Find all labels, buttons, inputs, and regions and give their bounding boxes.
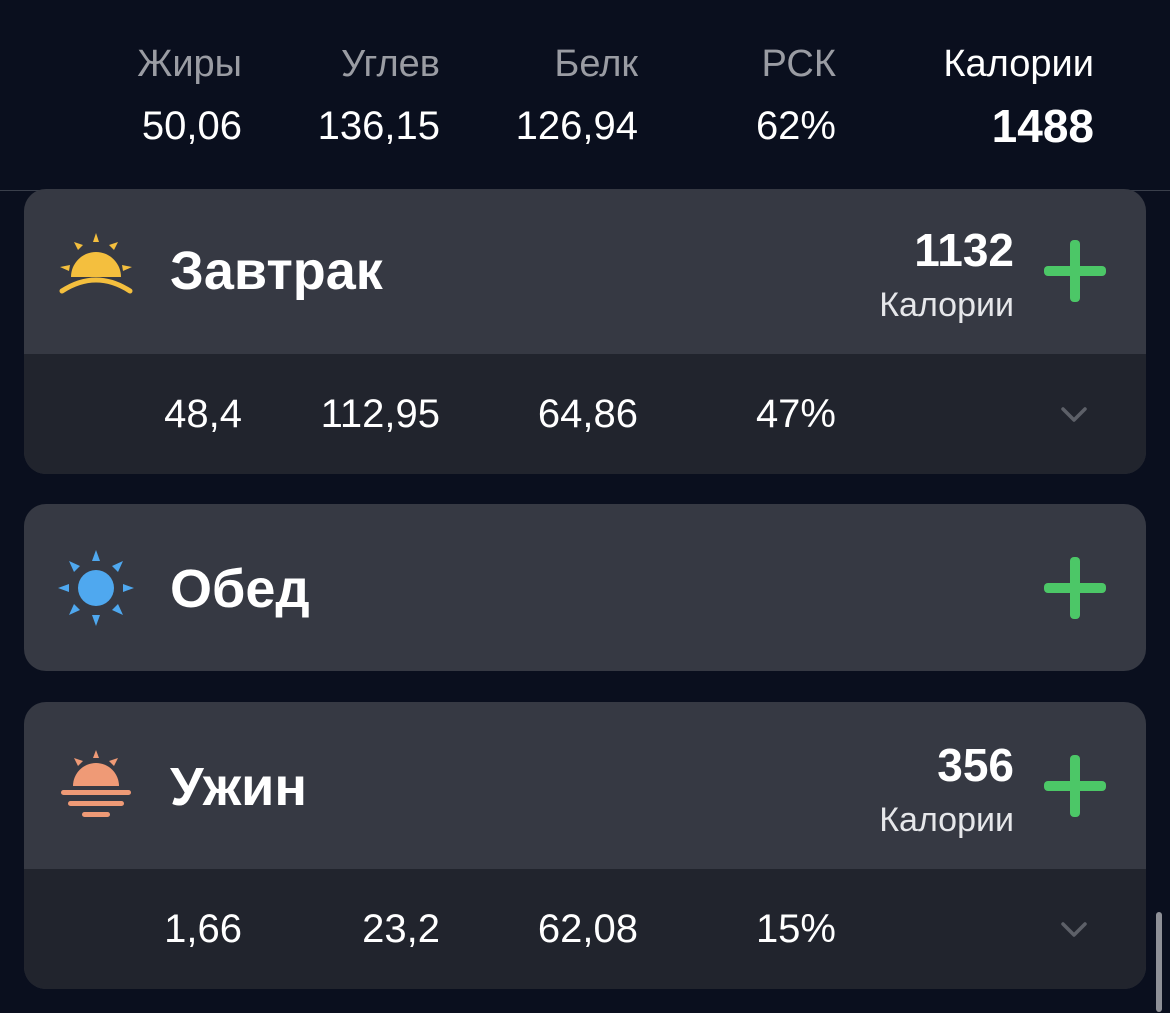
summary-calories-label: Калории xyxy=(943,43,1094,85)
summary-rsk-label: РСК xyxy=(761,43,837,85)
dinner-fat-value: 1,66 xyxy=(164,907,242,951)
meal-card-lunch: Обед xyxy=(24,504,1146,671)
summary-carbs: Углев 136,15 xyxy=(240,40,440,154)
dinner-carbs-value: 23,2 xyxy=(362,907,440,951)
daily-summary: Жиры 50,06 Углев 136,15 Белк 126,94 РСК … xyxy=(0,0,1170,191)
meal-header-breakfast[interactable]: Завтрак 1132 Калории xyxy=(24,189,1146,354)
dinner-protein-value: 62,08 xyxy=(537,907,638,951)
meal-calories-label: Калории xyxy=(879,286,1014,324)
breakfast-rsk-value: 47% xyxy=(755,392,836,436)
meal-macros-breakfast[interactable]: 48,4 112,95 64,86 47% xyxy=(24,354,1146,474)
meal-title-breakfast: Завтрак xyxy=(170,241,383,301)
summary-carbs-label: Углев xyxy=(341,43,440,85)
breakfast-fat-value: 48,4 xyxy=(164,392,242,436)
summary-calories-value: 1488 xyxy=(991,100,1094,152)
meal-calories-breakfast: 1132 Калории xyxy=(879,223,1014,327)
meal-title-lunch: Обед xyxy=(170,559,310,619)
meal-calories-value: 356 xyxy=(937,739,1014,791)
meal-header-dinner[interactable]: Ужин 356 Калории xyxy=(24,702,1146,869)
summary-fat-label: Жиры xyxy=(137,43,242,85)
meal-calories-dinner: 356 Калории xyxy=(879,738,1014,842)
sunrise-icon xyxy=(59,233,133,294)
breakfast-carbs-value: 112,95 xyxy=(320,392,440,436)
chevron-down-icon[interactable] xyxy=(1060,400,1088,428)
summary-rsk-value: 62% xyxy=(755,104,836,148)
chevron-down-icon[interactable] xyxy=(1060,915,1088,943)
summary-rsk: РСК 62% xyxy=(636,40,836,154)
sunset-icon xyxy=(61,750,131,817)
add-food-breakfast-button[interactable] xyxy=(1044,240,1106,302)
summary-carbs-value: 136,15 xyxy=(317,104,440,148)
scrollbar[interactable] xyxy=(1156,912,1162,1012)
add-food-dinner-button[interactable] xyxy=(1044,755,1106,817)
meal-card-dinner: Ужин 356 Калории 1,66 23,2 62,08 15% xyxy=(24,702,1146,989)
meal-macros-dinner[interactable]: 1,66 23,2 62,08 15% xyxy=(24,869,1146,989)
summary-protein-label: Белк xyxy=(554,43,638,85)
add-food-lunch-button[interactable] xyxy=(1044,557,1106,619)
meal-header-lunch[interactable]: Обед xyxy=(24,504,1146,671)
meal-title-dinner: Ужин xyxy=(170,757,307,817)
summary-protein: Белк 126,94 xyxy=(438,40,638,154)
summary-protein-value: 126,94 xyxy=(515,104,638,148)
summary-calories: Калории 1488 xyxy=(894,40,1094,154)
summary-fat: Жиры 50,06 xyxy=(42,40,242,154)
meal-calories-label: Калории xyxy=(879,801,1014,839)
breakfast-protein-value: 64,86 xyxy=(537,392,638,436)
sun-icon xyxy=(58,550,134,626)
meal-card-breakfast: Завтрак 1132 Калории 48,4 112,95 64,86 4… xyxy=(24,189,1146,474)
summary-fat-value: 50,06 xyxy=(141,104,242,148)
meal-calories-value: 1132 xyxy=(914,224,1014,276)
dinner-rsk-value: 15% xyxy=(755,907,836,951)
